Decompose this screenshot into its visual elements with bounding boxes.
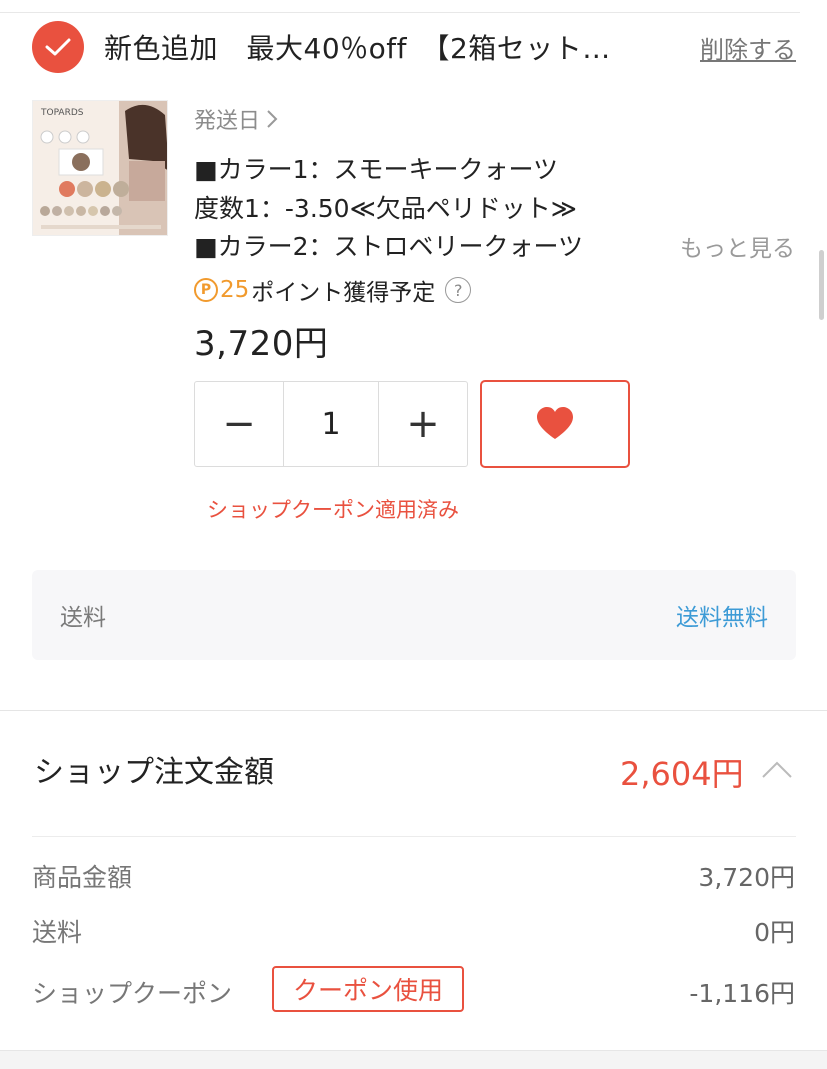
spec-color-2: ■カラー2：ストロベリークォーツ [194, 232, 584, 261]
subtotal-value: 3,720円 [698, 863, 795, 892]
spec-power-1: 度数1：-3.50≪欠品ペリドット≫ [194, 194, 577, 223]
shipping-box: 送料 送料無料 [32, 570, 796, 660]
coupon-value: -1,116円 [689, 979, 795, 1008]
product-title[interactable]: 新色追加 最大40％off 【2箱セット… [104, 27, 674, 67]
quantity-stepper: − 1 + [194, 381, 468, 467]
coupon-applied-text: ショップクーポン適用済み [207, 498, 459, 522]
points-value: 25 [220, 277, 250, 303]
product-thumbnail[interactable]: TOPARDS [32, 100, 168, 236]
svg-text:TOPARDS: TOPARDS [40, 108, 84, 118]
more-link[interactable]: もっと見る [680, 229, 795, 263]
summary-divider [32, 836, 796, 837]
shipping-label: 送料 [60, 605, 106, 631]
top-divider [0, 12, 800, 13]
increment-button[interactable]: + [379, 382, 467, 466]
summary-total: 2,604円 [620, 755, 744, 793]
bottom-band [0, 1050, 827, 1069]
chevron-right-icon [267, 110, 278, 128]
decrement-button[interactable]: − [195, 382, 283, 466]
points-label: ポイント獲得予定 [251, 280, 436, 306]
ship-date-label: 発送日 [194, 109, 261, 134]
points-icon: P [194, 278, 218, 302]
spec-color-1: ■カラー1：スモーキークォーツ [194, 155, 559, 184]
shipping-value: 送料無料 [676, 605, 768, 631]
item-price: 3,720円 [194, 324, 329, 364]
heart-icon [537, 407, 573, 439]
check-icon [45, 38, 71, 56]
ship-date-link[interactable]: 発送日 [194, 103, 278, 135]
select-item-checkbox[interactable] [32, 21, 84, 73]
help-icon[interactable]: ? [445, 277, 472, 303]
coupon-label: ショップクーポン [32, 979, 233, 1008]
delete-link[interactable]: 削除する [700, 30, 796, 65]
cart-item-header: 新色追加 最大40％off 【2箱セット… 削除する [32, 20, 796, 74]
shipping-fee-value: 0円 [754, 918, 795, 947]
points-row: P 25 ポイント獲得予定 ? [194, 273, 472, 307]
subtotal-label: 商品金額 [32, 863, 133, 892]
summary-title: ショップ注文金額 [34, 755, 274, 790]
favorite-button[interactable] [480, 380, 630, 468]
scrollbar[interactable] [819, 250, 824, 320]
quantity-value[interactable]: 1 [283, 382, 379, 466]
section-divider [0, 710, 827, 711]
chevron-up-icon[interactable] [760, 758, 794, 780]
use-coupon-button[interactable]: クーポン使用 [272, 966, 464, 1012]
shipping-fee-label: 送料 [32, 918, 83, 947]
